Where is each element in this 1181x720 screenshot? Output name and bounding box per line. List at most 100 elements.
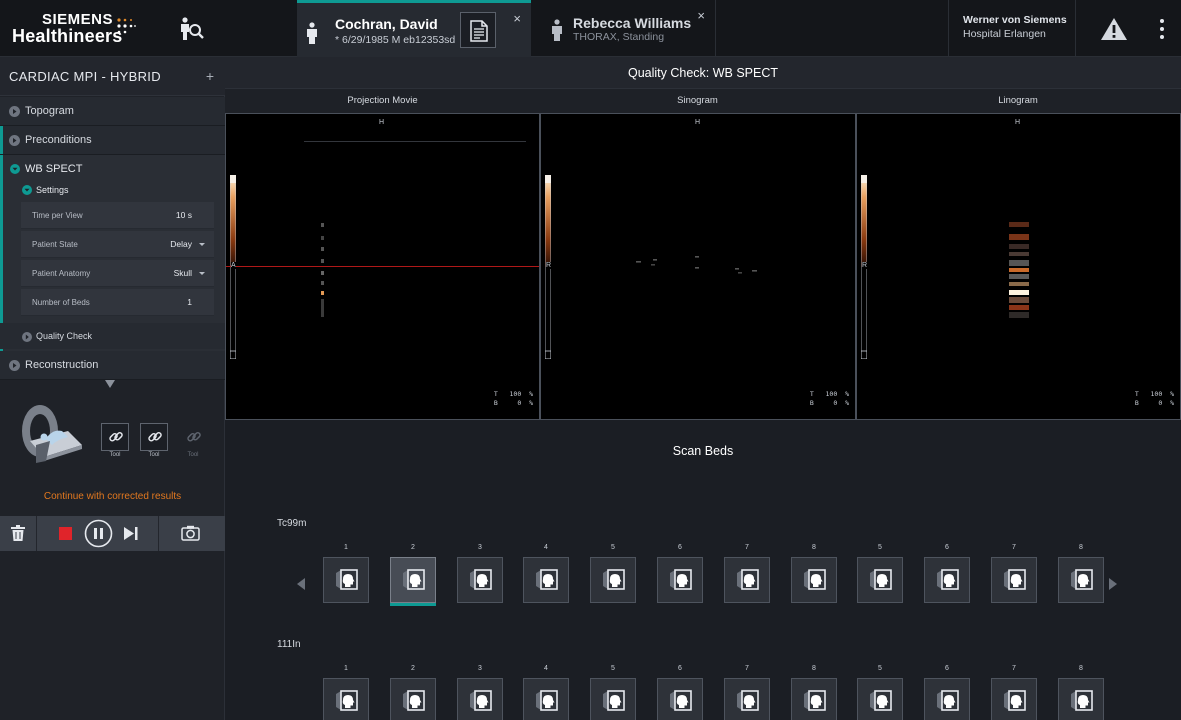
- view-headers: Projection Movie Sinogram Linogram: [225, 89, 1181, 113]
- dropdown-arrow-icon: [199, 272, 205, 275]
- bed-number: 7: [1012, 665, 1016, 672]
- scan-bed-button[interactable]: [390, 678, 436, 720]
- bed-number: 6: [945, 665, 949, 672]
- viewer-linogram[interactable]: H R T 100 % B 0 %: [856, 113, 1181, 420]
- slice-position-line[interactable]: [226, 266, 539, 267]
- next-beds-arrow-icon[interactable]: [1109, 578, 1117, 590]
- collapse-icon: [10, 164, 20, 174]
- scan-bed-button[interactable]: [1058, 678, 1104, 720]
- step-topogram[interactable]: Topogram: [0, 97, 225, 126]
- scan-bed-button[interactable]: [1058, 557, 1104, 603]
- scan-bed-button[interactable]: [523, 557, 569, 603]
- more-options-icon[interactable]: [1152, 16, 1172, 42]
- delete-button[interactable]: [0, 516, 37, 551]
- collapse-panel-icon[interactable]: [105, 380, 115, 388]
- previous-beds-arrow-icon[interactable]: [297, 578, 305, 590]
- playback-controls: [37, 516, 159, 551]
- view-header-projection-movie: Projection Movie: [347, 95, 418, 106]
- scan-bed-button[interactable]: [924, 557, 970, 603]
- trash-icon: [11, 525, 25, 541]
- scan-bed-button[interactable]: [724, 678, 770, 720]
- param-number-of-beds[interactable]: Number of Beds 1: [21, 289, 214, 316]
- frame-line: [304, 141, 526, 142]
- settings-header[interactable]: Settings: [0, 181, 225, 201]
- quality-check-area: Quality Check: WB SPECT Projection Movie…: [225, 57, 1181, 720]
- scan-bed-button[interactable]: [991, 557, 1037, 603]
- patient-search-icon[interactable]: [178, 16, 204, 42]
- quality-check-header[interactable]: Quality Check: [0, 323, 225, 349]
- patient-tab-williams[interactable]: Rebecca Williams THORAX, Standing ×: [531, 0, 716, 57]
- view-header-sinogram: Sinogram: [677, 95, 718, 106]
- warning-icon[interactable]: [1100, 17, 1128, 41]
- linogram-bands: [1009, 222, 1029, 318]
- skip-next-icon[interactable]: [123, 526, 138, 541]
- orientation-label: H: [379, 119, 385, 126]
- siemens-healthineers-logo: SIEMENS Healthineers: [12, 11, 142, 47]
- add-step-icon[interactable]: +: [206, 68, 214, 84]
- step-reconstruction[interactable]: Reconstruction: [0, 351, 225, 380]
- head-scan-icon: [870, 569, 892, 590]
- continue-corrected-link[interactable]: Continue with corrected results: [0, 491, 225, 502]
- scan-bed-button[interactable]: [991, 678, 1037, 720]
- step-preconditions[interactable]: Preconditions: [0, 126, 225, 155]
- scan-bed-button[interactable]: [924, 678, 970, 720]
- scan-bed-button[interactable]: [857, 557, 903, 603]
- step-wb-spect-header[interactable]: WB SPECT: [0, 155, 225, 181]
- viewer-projection-movie[interactable]: H A T 100 % B 0 %: [225, 113, 540, 420]
- scan-bed-button[interactable]: [724, 557, 770, 603]
- workflow-title: CARDIAC MPI - HYBRID: [9, 69, 161, 84]
- bed-number: 3: [478, 544, 482, 551]
- scan-bed-button[interactable]: [657, 678, 703, 720]
- scan-bed-button[interactable]: [523, 678, 569, 720]
- document-icon: [470, 20, 488, 42]
- scan-bed-button[interactable]: [857, 678, 903, 720]
- scan-bed-button[interactable]: [323, 678, 369, 720]
- stop-icon[interactable]: [59, 527, 72, 540]
- close-tab-icon[interactable]: ×: [697, 8, 705, 23]
- scan-bed-button[interactable]: [457, 678, 503, 720]
- head-scan-icon: [937, 690, 959, 711]
- head-scan-icon: [804, 690, 826, 711]
- scan-bed-button[interactable]: [590, 678, 636, 720]
- scan-bed-button[interactable]: [791, 678, 837, 720]
- scan-bed-button[interactable]: [323, 557, 369, 603]
- head-scan-icon: [804, 569, 826, 590]
- bed-number: 7: [1012, 544, 1016, 551]
- head-scan-icon: [336, 569, 358, 590]
- window-level-readout: T 100 % B 0 %: [493, 390, 533, 407]
- bed-number: 4: [544, 544, 548, 551]
- viewer-sinogram[interactable]: H R T 100 % B 0 %: [540, 113, 856, 420]
- param-patient-anatomy[interactable]: Patient Anatomy Skull: [21, 260, 214, 287]
- scan-bed-button[interactable]: [390, 557, 436, 606]
- scanner-gantry-image: [22, 405, 82, 463]
- head-scan-icon: [336, 690, 358, 711]
- close-tab-icon[interactable]: ×: [513, 11, 521, 26]
- scan-bed-button[interactable]: [590, 557, 636, 603]
- quality-check-title: Quality Check: WB SPECT: [627, 66, 779, 80]
- link-icon: [109, 431, 123, 442]
- side-label: A: [231, 262, 236, 269]
- patient-details: THORAX, Standing: [573, 31, 665, 43]
- camera-button[interactable]: [159, 516, 225, 551]
- scan-bed-button[interactable]: [791, 557, 837, 603]
- tool-button-2[interactable]: [140, 423, 168, 451]
- window-level-readout: T 100 % B 0 %: [809, 390, 849, 407]
- hospital-location: Hospital Erlangen: [963, 28, 1046, 40]
- bed-number: 6: [945, 544, 949, 551]
- head-scan-icon: [737, 569, 759, 590]
- tool-button-1[interactable]: [101, 423, 129, 451]
- pause-icon[interactable]: [84, 519, 113, 548]
- patient-document-button[interactable]: [460, 12, 496, 48]
- param-time-per-view[interactable]: Time per View 10 s: [21, 202, 214, 229]
- scan-bed-button[interactable]: [657, 557, 703, 603]
- view-header-linogram: Linogram: [998, 95, 1038, 106]
- tool-button-3[interactable]: [179, 423, 207, 451]
- head-scan-icon: [470, 690, 492, 711]
- patient-tab-cochran[interactable]: Cochran, David * 6/29/1985 M eb12353sd ×: [297, 0, 531, 57]
- bed-number: 2: [411, 665, 415, 672]
- param-patient-state[interactable]: Patient State Delay: [21, 231, 214, 258]
- scan-bed-button[interactable]: [457, 557, 503, 603]
- head-scan-icon: [937, 569, 959, 590]
- bed-number: 1: [344, 665, 348, 672]
- bed-number: 8: [1079, 544, 1083, 551]
